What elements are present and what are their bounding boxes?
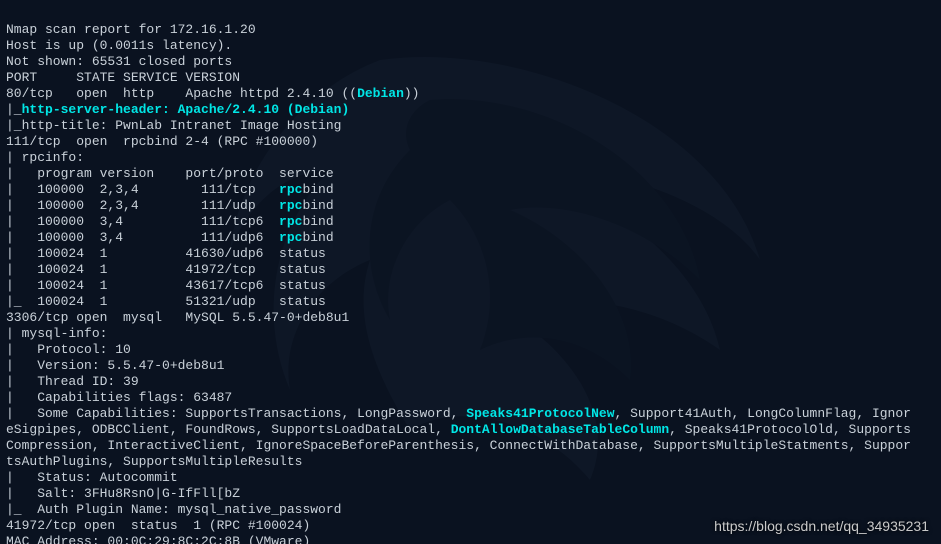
- line: tsAuthPlugins, SupportsMultipleResults: [6, 454, 302, 469]
- line: |_http-server-header: Apache/2.4.10 (Deb…: [6, 102, 349, 117]
- line: | rpcinfo:: [6, 150, 92, 165]
- line: | Version: 5.5.47-0+deb8u1: [6, 358, 224, 373]
- line: | Capabilities flags: 63487: [6, 390, 232, 405]
- line: 3306/tcp open mysql MySQL 5.5.47-0+deb8u…: [6, 310, 349, 325]
- line: | 100000 2,3,4 111/udp rpcbind: [6, 198, 334, 213]
- line: | 100000 3,4 111/udp6 rpcbind: [6, 230, 334, 245]
- line: MAC Address: 00:0C:29:8C:2C:8B (VMware): [6, 534, 310, 544]
- line: Compression, InteractiveClient, IgnoreSp…: [6, 438, 911, 453]
- line: eSigpipes, ODBCClient, FoundRows, Suppor…: [6, 422, 911, 437]
- line: | 100024 1 41630/udp6 status: [6, 246, 326, 261]
- line: | program version port/proto service: [6, 166, 334, 181]
- line: | Some Capabilities: SupportsTransaction…: [6, 406, 911, 421]
- line: | 100000 3,4 111/tcp6 rpcbind: [6, 214, 334, 229]
- line: | Protocol: 10: [6, 342, 131, 357]
- line: | 100024 1 43617/tcp6 status: [6, 278, 326, 293]
- watermark: https://blog.csdn.net/qq_34935231: [714, 518, 929, 534]
- line: Nmap scan report for 172.16.1.20: [6, 22, 256, 37]
- line: Host is up (0.0011s latency).: [6, 38, 232, 53]
- line: Not shown: 65531 closed ports: [6, 54, 232, 69]
- terminal-output: Nmap scan report for 172.16.1.20 Host is…: [0, 0, 941, 544]
- line: 111/tcp open rpcbind 2-4 (RPC #100000): [6, 134, 318, 149]
- line: | Thread ID: 39: [6, 374, 139, 389]
- line: PORT STATE SERVICE VERSION: [6, 70, 240, 85]
- line: 41972/tcp open status 1 (RPC #100024): [6, 518, 310, 533]
- line: |_http-title: PwnLab Intranet Image Host…: [6, 118, 341, 133]
- line: | 100024 1 41972/tcp status: [6, 262, 326, 277]
- line: |_ 100024 1 51321/udp status: [6, 294, 326, 309]
- line: | Salt: 3FHu8RsnO|G-IfFll[bZ: [6, 486, 240, 501]
- line: 80/tcp open http Apache httpd 2.4.10 ((D…: [6, 86, 419, 101]
- line: | 100000 2,3,4 111/tcp rpcbind: [6, 182, 334, 197]
- line: | Status: Autocommit: [6, 470, 178, 485]
- line: | mysql-info:: [6, 326, 115, 341]
- line: |_ Auth Plugin Name: mysql_native_passwo…: [6, 502, 341, 517]
